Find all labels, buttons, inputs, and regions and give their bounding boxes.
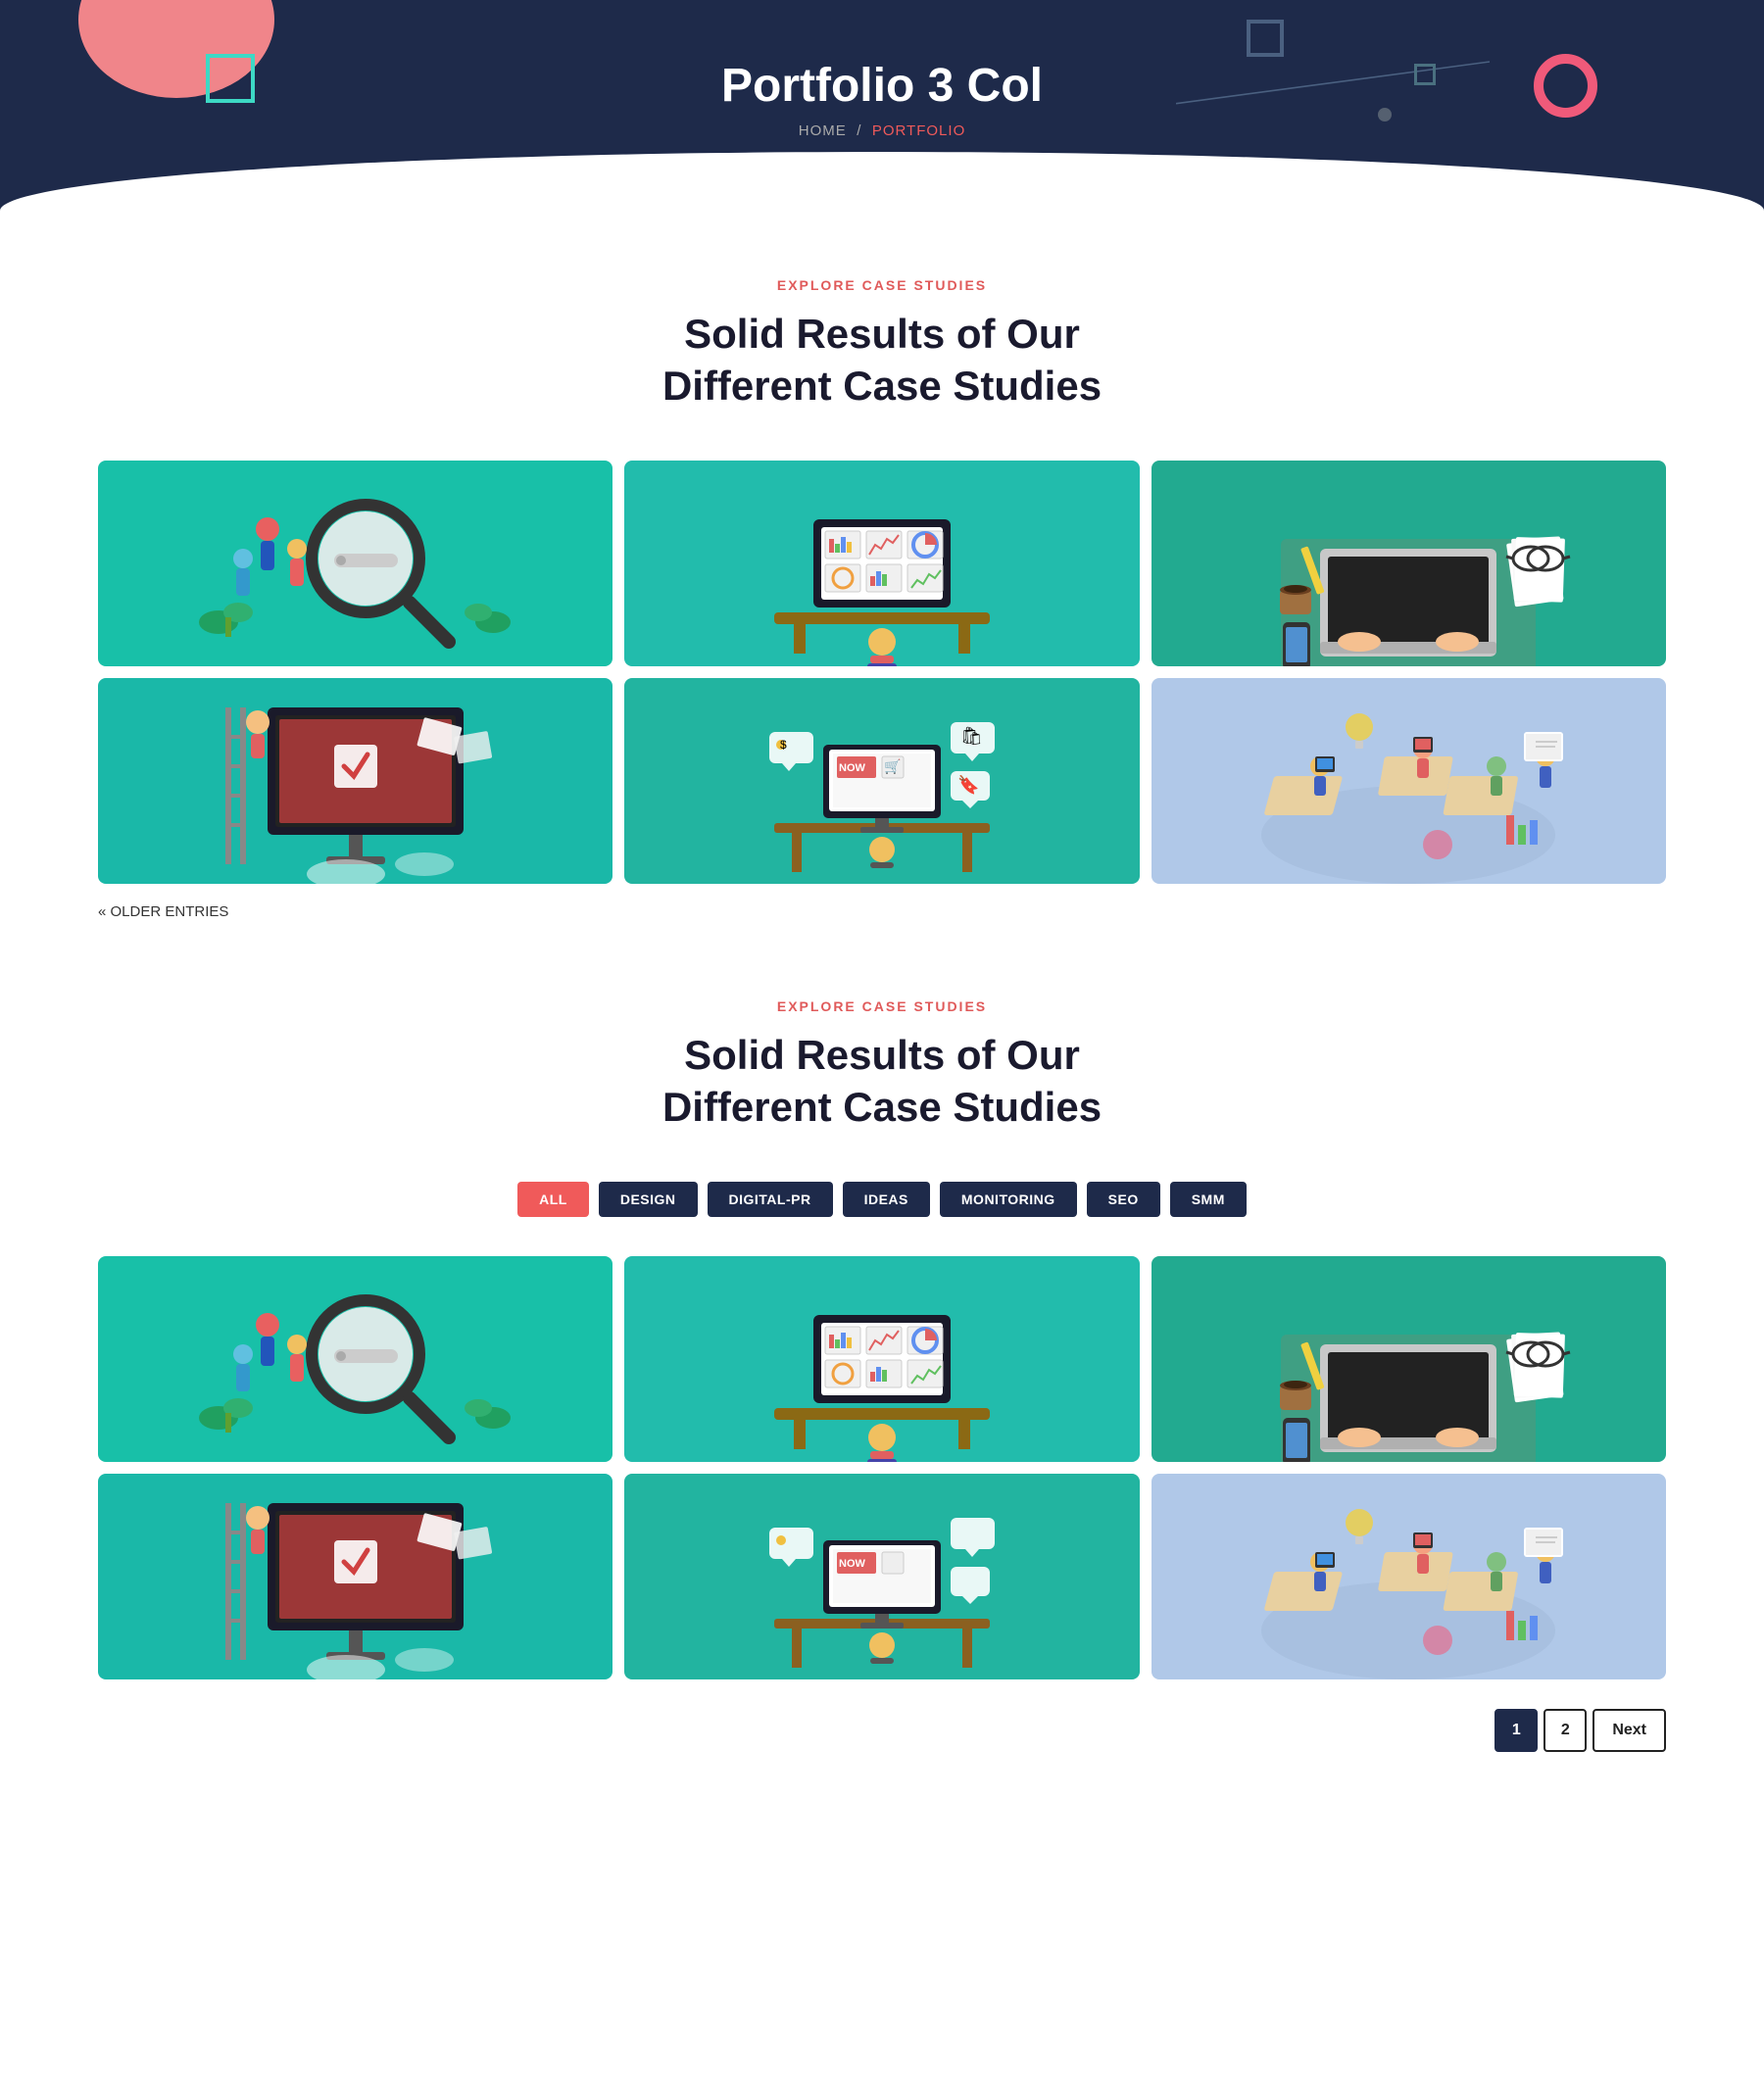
portfolio-item[interactable] (98, 461, 612, 666)
breadcrumb-current: PORTFOLIO (872, 122, 965, 139)
svg-text:🛍: 🛍 (960, 726, 983, 746)
section1-label: EXPLORE CASE STUDIES (98, 277, 1666, 293)
filter-all[interactable]: ALL (517, 1182, 589, 1217)
svg-text:NOW: NOW (839, 762, 866, 774)
svg-text:🔖: 🔖 (957, 774, 979, 795)
svg-text:NOW: NOW (839, 1558, 866, 1570)
next-page-button[interactable]: Next (1592, 1709, 1666, 1752)
breadcrumb-home[interactable]: HOME (799, 122, 847, 139)
portfolio-item[interactable] (98, 1256, 612, 1462)
section1-title: Solid Results of Our Different Case Stud… (98, 309, 1666, 412)
filter-ideas[interactable]: IDEAS (843, 1182, 930, 1217)
portfolio-item[interactable] (1152, 1474, 1666, 1679)
page-2-button[interactable]: 2 (1544, 1709, 1587, 1752)
portfolio-grid-1: NOW 🛒 $ 🛍 🔖 (98, 461, 1666, 884)
section2-title-line1: Solid Results of Our (684, 1032, 1080, 1078)
page-1-button[interactable]: 1 (1494, 1709, 1538, 1752)
section-1: EXPLORE CASE STUDIES Solid Results of Ou… (98, 277, 1666, 920)
svg-text:🛒: 🛒 (884, 758, 901, 775)
section2-title: Solid Results of Our Different Case Stud… (98, 1030, 1666, 1133)
section2-label: EXPLORE CASE STUDIES (98, 998, 1666, 1014)
filter-bar: ALL DESIGN DIGITAL-PR IDEAS MONITORING S… (98, 1182, 1666, 1217)
main-content: EXPLORE CASE STUDIES Solid Results of Ou… (0, 219, 1764, 1830)
svg-text:$: $ (780, 738, 787, 752)
portfolio-item[interactable] (1152, 678, 1666, 884)
deco-square-dark (1247, 20, 1284, 57)
pagination: 1 2 Next (98, 1709, 1666, 1752)
portfolio-grid-2: NOW (98, 1256, 1666, 1679)
filter-monitoring[interactable]: MONITORING (940, 1182, 1077, 1217)
portfolio-item[interactable]: NOW (624, 1474, 1139, 1679)
filter-seo[interactable]: SEO (1087, 1182, 1160, 1217)
page-header: Portfolio 3 Col HOME / PORTFOLIO (0, 0, 1764, 219)
filter-digital-pr[interactable]: DIGITAL-PR (708, 1182, 833, 1217)
section2-title-line2: Different Case Studies (662, 1084, 1102, 1130)
section-2: EXPLORE CASE STUDIES Solid Results of Ou… (98, 998, 1666, 1752)
section1-title-line2: Different Case Studies (662, 363, 1102, 409)
filter-design[interactable]: DESIGN (599, 1182, 698, 1217)
portfolio-item[interactable] (624, 461, 1139, 666)
portfolio-item[interactable] (98, 1474, 612, 1679)
portfolio-item[interactable] (624, 1256, 1139, 1462)
filter-smm[interactable]: SMM (1170, 1182, 1247, 1217)
portfolio-item[interactable] (1152, 1256, 1666, 1462)
portfolio-item[interactable]: NOW 🛒 $ 🛍 🔖 (624, 678, 1139, 884)
portfolio-item[interactable] (1152, 461, 1666, 666)
older-entries-link[interactable]: « OLDER ENTRIES (98, 903, 228, 920)
older-entries[interactable]: « OLDER ENTRIES (98, 903, 1666, 920)
breadcrumb-separator: / (857, 122, 861, 139)
page-title: Portfolio 3 Col (0, 59, 1764, 113)
portfolio-item[interactable] (98, 678, 612, 884)
section1-title-line1: Solid Results of Our (684, 311, 1080, 357)
breadcrumb: HOME / PORTFOLIO (0, 122, 1764, 140)
